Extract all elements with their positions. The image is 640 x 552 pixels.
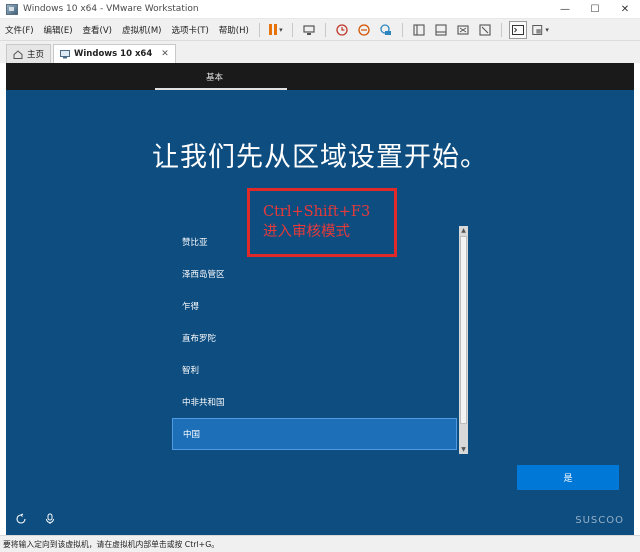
send-keys-icon[interactable] xyxy=(300,21,318,39)
list-item[interactable]: 泽西岛管区 xyxy=(172,258,457,290)
tab-bar: 主页 Windows 10 x64 ✕ xyxy=(0,41,640,63)
list-item[interactable]: 乍得 xyxy=(172,290,457,322)
minimize-button[interactable]: — xyxy=(550,0,580,19)
maximize-button[interactable]: ☐ xyxy=(580,0,610,19)
window-title: Windows 10 x64 - VMware Workstation xyxy=(23,4,199,14)
pause-icon[interactable]: ▾ xyxy=(267,21,285,39)
close-button[interactable]: ✕ xyxy=(610,0,640,19)
status-text: 要将输入定向到该虚拟机，请在虚拟机内部单击或按 Ctrl+G。 xyxy=(3,539,220,549)
status-bar: 要将输入定向到该虚拟机，请在虚拟机内部单击或按 Ctrl+G。 xyxy=(0,535,640,552)
title-bar: Windows 10 x64 - VMware Workstation — ☐ … xyxy=(0,0,640,19)
menu-edit[interactable]: 编辑(E) xyxy=(39,19,78,41)
menu-vm[interactable]: 虚拟机(M) xyxy=(117,19,166,41)
list-scrollbar[interactable]: ▲ ▼ xyxy=(459,226,468,454)
list-item[interactable]: 智利 xyxy=(172,354,457,386)
tab-windows-10-x64[interactable]: Windows 10 x64 ✕ xyxy=(53,44,176,63)
menu-toolbar-bar: 文件(F) 编辑(E) 查看(V) 虚拟机(M) 选项卡(T) 帮助(H) ▾ … xyxy=(0,19,640,41)
menu-tabs[interactable]: 选项卡(T) xyxy=(166,19,213,41)
list-item-selected[interactable]: 中国 xyxy=(172,418,457,450)
oobe-footer: SUSCOO xyxy=(6,507,634,535)
oobe-header: 基本 xyxy=(6,63,634,90)
region-list[interactable]: 赞比亚 泽西岛管区 乍得 直布罗陀 智利 中非共和国 中国 ▲ ▼ xyxy=(172,226,468,454)
view-icon[interactable]: ▾ xyxy=(531,21,549,39)
toolbar-separator xyxy=(291,22,293,37)
annotation-line1: Ctrl+Shift+F3 xyxy=(263,204,371,220)
toolbar-separator xyxy=(258,22,260,37)
vmware-logo-icon xyxy=(6,3,18,15)
accessibility-icon[interactable] xyxy=(14,512,28,526)
page-title: 让我们先从区域设置开始。 xyxy=(152,142,488,173)
yes-button[interactable]: 是 xyxy=(517,465,619,490)
annotation-box: Ctrl+Shift+F3 进入审核模式 xyxy=(247,188,397,257)
microphone-icon[interactable] xyxy=(43,512,57,526)
tab-home-label: 主页 xyxy=(27,50,45,60)
toolbar-separator xyxy=(324,22,326,37)
menu-help[interactable]: 帮助(H) xyxy=(214,19,254,41)
toolbar-separator xyxy=(401,22,403,37)
annotation-line2: 进入审核模式 xyxy=(263,224,350,240)
tab-close-icon[interactable]: ✕ xyxy=(161,49,169,59)
watermark-logo: SUSCOO xyxy=(575,515,624,526)
scroll-thumb[interactable] xyxy=(460,236,467,424)
list-item[interactable]: 中非共和国 xyxy=(172,386,457,418)
menu-view[interactable]: 查看(V) xyxy=(78,19,117,41)
toolbar-separator xyxy=(500,22,502,37)
list-item[interactable]: 直布罗陀 xyxy=(172,322,457,354)
snapshot-icon[interactable] xyxy=(333,21,351,39)
vm-display[interactable]: 基本 让我们先从区域设置开始。 赞比亚 泽西岛管区 乍得 直布罗陀 智利 中非共… xyxy=(6,63,634,535)
scroll-up-icon[interactable]: ▲ xyxy=(459,226,468,235)
revert-snapshot-icon[interactable] xyxy=(355,21,373,39)
tab-vm-label: Windows 10 x64 xyxy=(74,49,153,59)
oobe-section-label: 基本 xyxy=(206,73,224,83)
window-controls: — ☐ ✕ xyxy=(550,0,640,19)
snapshot-manager-icon[interactable] xyxy=(377,21,395,39)
unity-icon[interactable] xyxy=(476,21,494,39)
thumbnail-icon[interactable] xyxy=(432,21,450,39)
vm-icon xyxy=(60,49,71,59)
menu-file[interactable]: 文件(F) xyxy=(0,19,39,41)
home-icon xyxy=(13,49,23,59)
tab-home[interactable]: 主页 xyxy=(6,44,52,63)
sidebar-icon[interactable] xyxy=(410,21,428,39)
oobe-section-underline xyxy=(155,88,287,90)
fullscreen-icon[interactable] xyxy=(454,21,472,39)
console-icon[interactable] xyxy=(508,20,527,39)
scroll-down-icon[interactable]: ▼ xyxy=(459,445,468,454)
